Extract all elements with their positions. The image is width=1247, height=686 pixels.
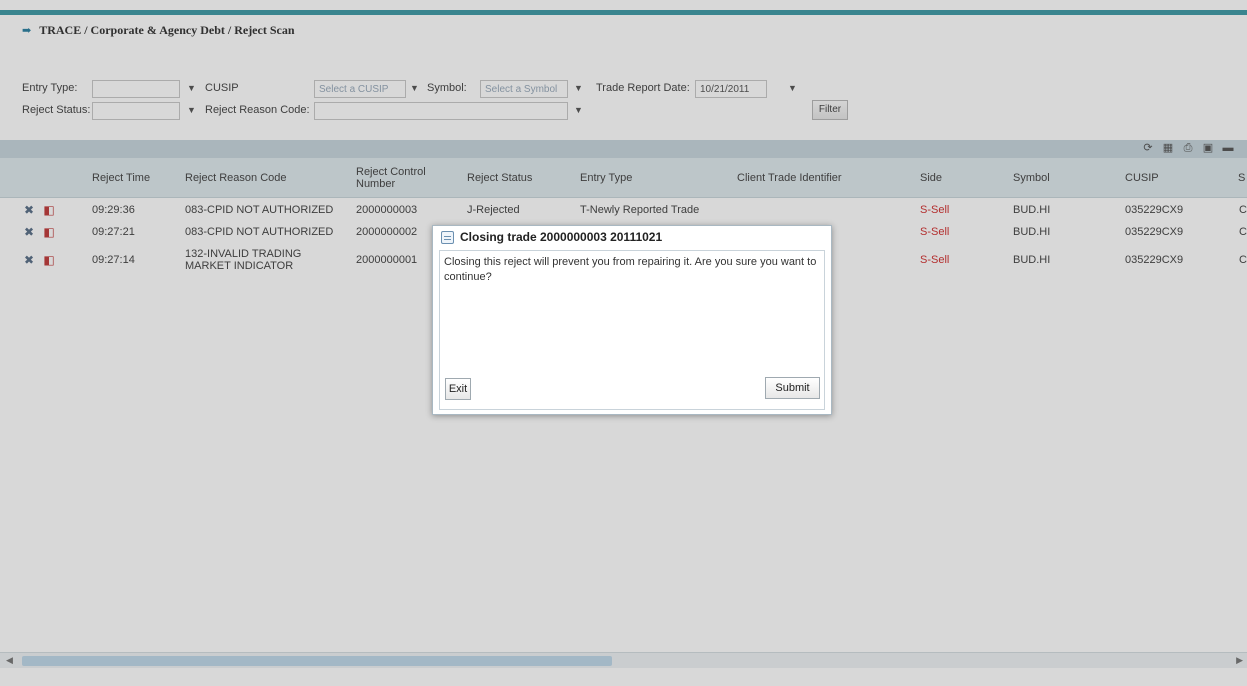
dialog-title: Closing trade 2000000003 20111021: [460, 230, 663, 244]
dialog-title-bar: Closing trade 2000000003 20111021: [433, 226, 831, 248]
exit-button[interactable]: Exit: [445, 378, 471, 400]
submit-button[interactable]: Submit: [765, 377, 820, 399]
dialog-icon: [441, 230, 454, 244]
dialog-message: Closing this reject will prevent you fro…: [444, 256, 817, 283]
close-trade-dialog: Closing trade 2000000003 20111021 Closin…: [432, 225, 832, 415]
